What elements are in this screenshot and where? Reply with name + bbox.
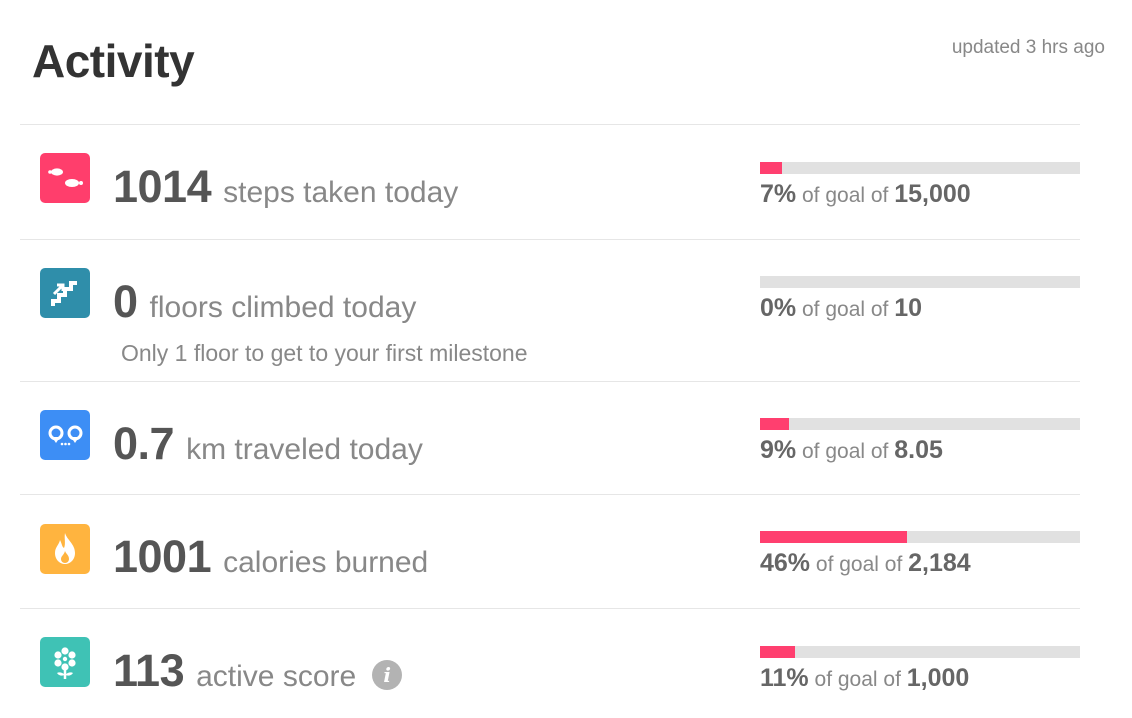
steps-goal-value: 15,000 [894,180,971,208]
distance-unit: km traveled today [186,433,423,466]
calories-goal-text: of goal of [815,553,903,576]
activity-row-floors[interactable]: 0 floors climbed today Only 1 floor to ge… [0,240,1132,381]
stairs-icon [40,268,90,318]
steps-goal: 7% of goal of 15,000 [760,180,971,209]
updated-timestamp: updated 3 hrs ago [951,37,1105,58]
floors-metric: 0 floors climbed today [113,276,416,328]
calories-metric: 1001 calories burned [113,531,428,583]
floors-milestone-text: Only 1 floor to get to your first milest… [121,340,528,366]
distance-percent: 9% [760,436,797,464]
activity-row-steps[interactable]: 1014 steps taken today 7% of goal of 15,0… [0,125,1132,239]
footsteps-icon [40,153,90,203]
activity-row-distance[interactable]: 0.7 km traveled today 9% of goal of 8.05 [0,382,1132,494]
activity-row-active-score[interactable]: 113 active score i 11% of goal of 1,000 [0,609,1132,718]
calories-progress-fill [760,531,908,543]
steps-value: 1014 [113,161,212,212]
active-score-value: 113 [113,645,185,696]
active-score-goal-value: 1,000 [906,664,970,692]
steps-percent: 7% [760,180,797,208]
distance-icon [40,410,90,460]
floors-progress-bar [760,276,1080,288]
calories-value: 1001 [113,531,212,582]
flower-icon [40,637,90,687]
active-score-goal: 11% of goal of 1,000 [760,664,969,693]
distance-progress-fill [760,418,789,430]
steps-progress-bar [760,162,1080,174]
floors-goal: 0% of goal of 10 [760,294,922,323]
flame-icon [40,524,90,574]
distance-goal-value: 8.05 [894,436,943,464]
active-score-unit: active score [196,660,357,693]
distance-goal-text: of goal of [801,440,889,463]
floors-goal-text: of goal of [801,298,889,321]
calories-progress-bar [760,531,1080,543]
active-score-metric: 113 active score i [113,645,403,697]
distance-progress-bar [760,418,1080,430]
distance-goal: 9% of goal of 8.05 [760,436,943,465]
distance-metric: 0.7 km traveled today [113,418,423,470]
floors-goal-value: 10 [894,294,923,322]
calories-unit: calories burned [223,546,429,579]
floors-unit: floors climbed today [149,291,417,324]
floors-percent: 0% [760,294,797,322]
info-icon[interactable]: i [372,660,403,690]
activity-row-calories[interactable]: 1001 calories burned 46% of goal of 2,184 [0,495,1132,608]
calories-goal-value: 2,184 [908,549,971,577]
active-score-progress-fill [760,646,796,658]
distance-value: 0.7 [113,418,175,469]
active-score-goal-text: of goal of [814,668,901,691]
floors-value: 0 [113,276,138,327]
active-score-percent: 11% [760,664,809,692]
steps-metric: 1014 steps taken today [113,161,458,213]
steps-progress-fill [760,162,783,174]
page-title: Activity [32,35,195,87]
calories-percent: 46% [760,549,811,577]
steps-goal-text: of goal of [801,184,889,207]
active-score-progress-bar [760,646,1080,658]
steps-unit: steps taken today [223,176,459,209]
calories-goal: 46% of goal of 2,184 [760,549,971,578]
